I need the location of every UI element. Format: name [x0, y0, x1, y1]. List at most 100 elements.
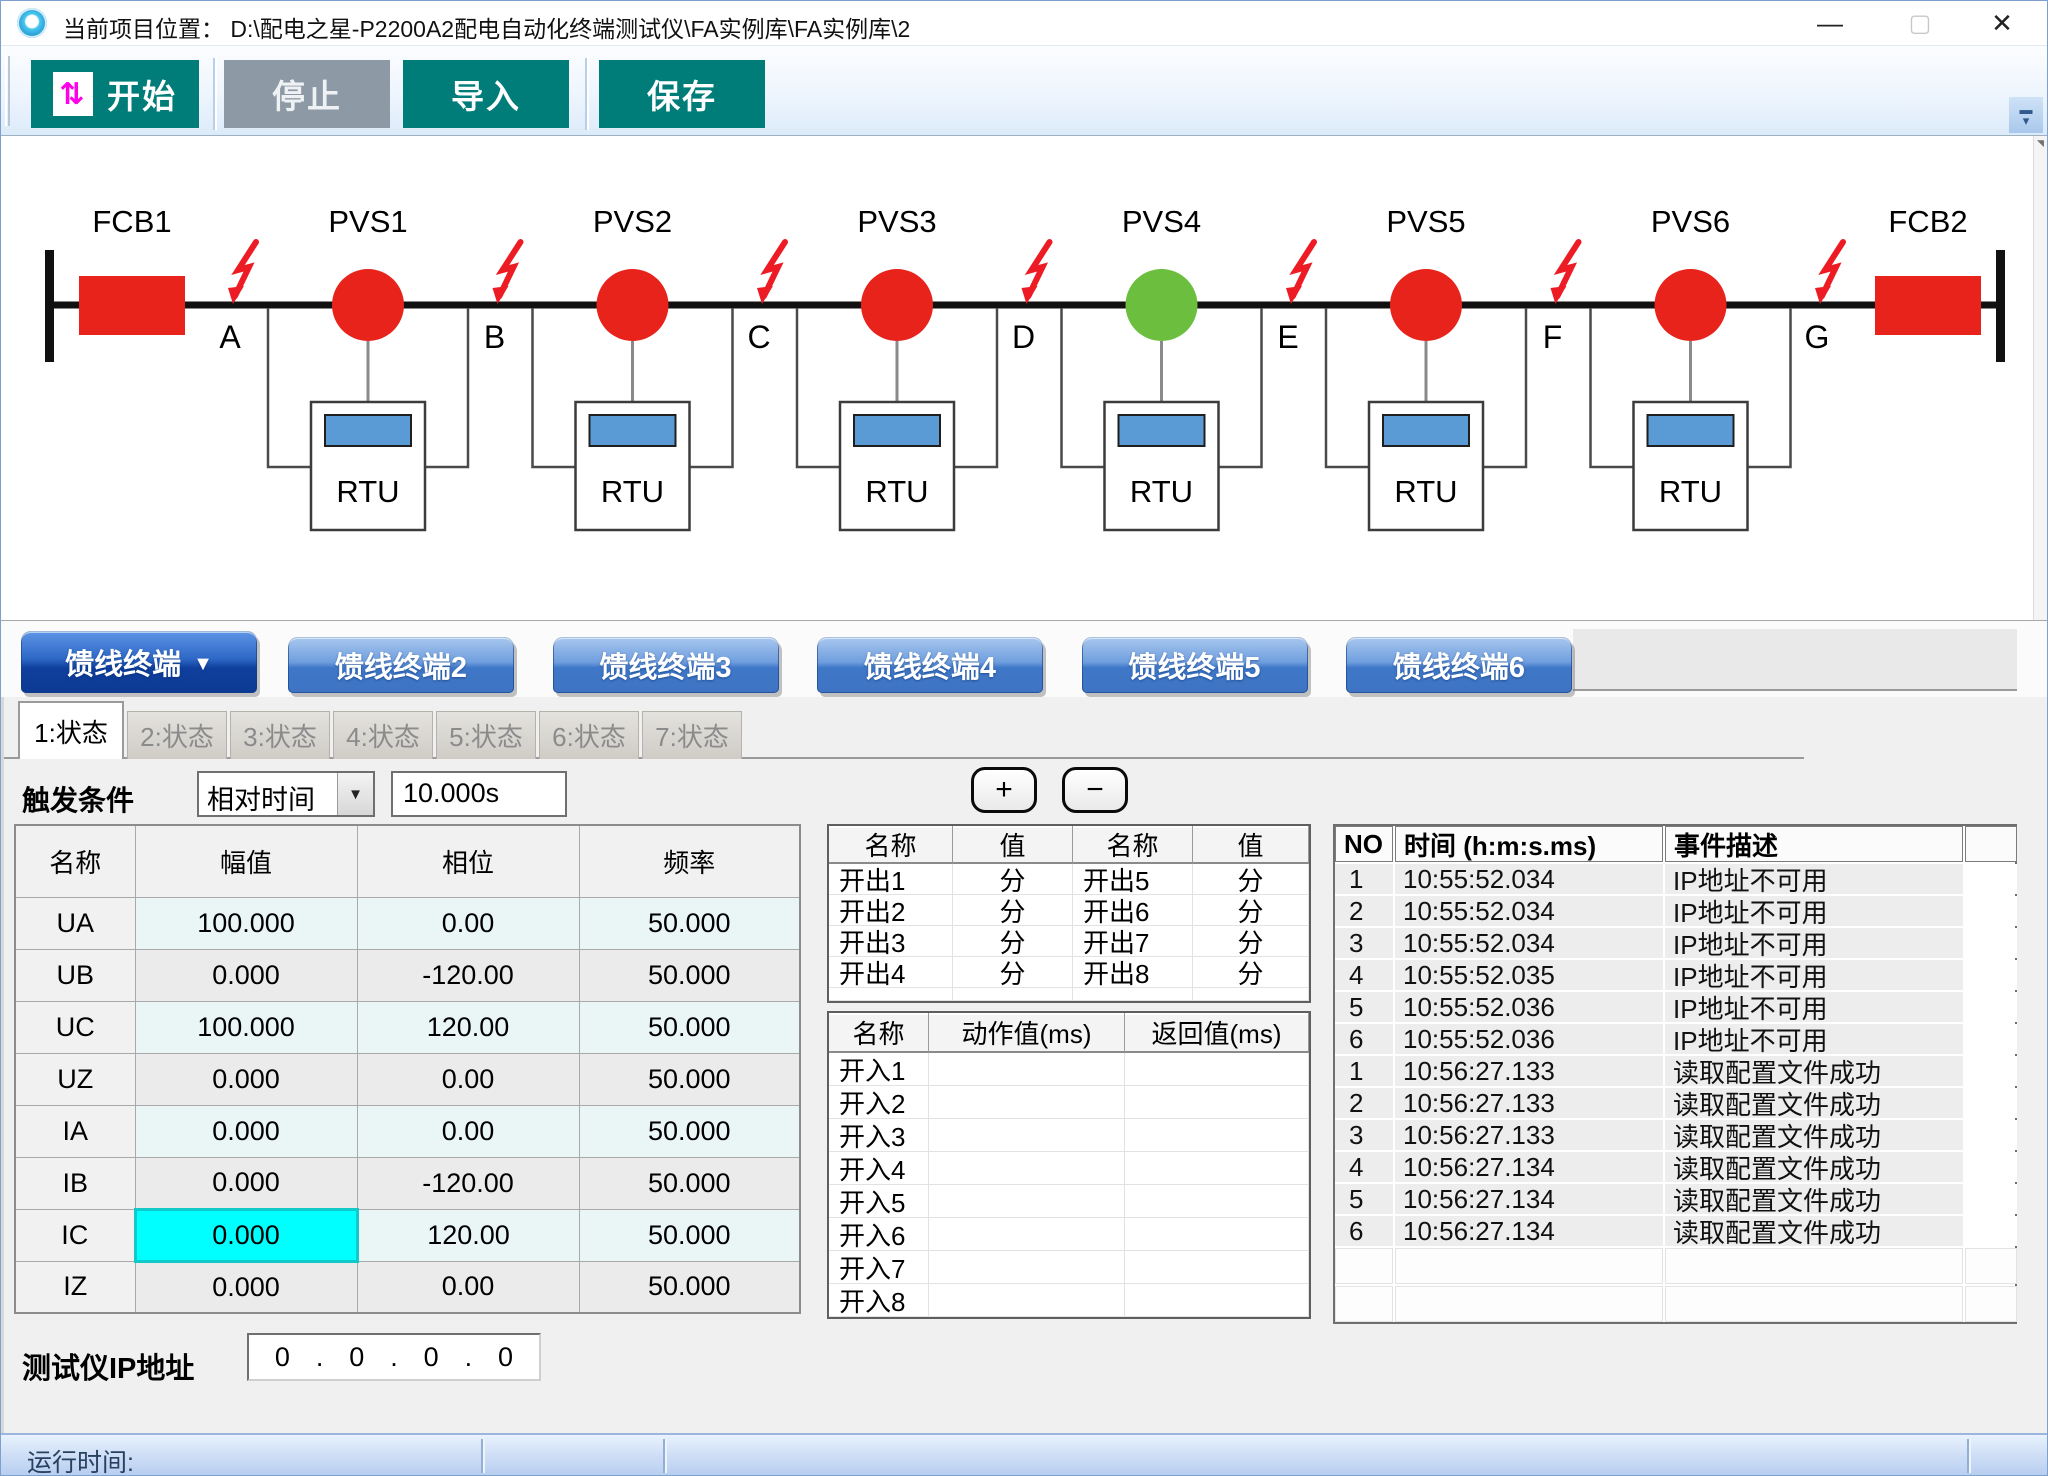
di-return-value-cell[interactable] [1125, 1152, 1309, 1185]
trigger-mode-select[interactable]: 相对时间 ▼ [197, 771, 375, 817]
value-cell[interactable]: 50.000 [579, 1261, 800, 1313]
ip-octet-1[interactable]: 0 [275, 1342, 290, 1373]
tab-status-6[interactable]: 6:状态 [539, 711, 639, 759]
di-action-value-cell[interactable] [929, 1053, 1125, 1086]
switch-label-pvs1: PVS1 [328, 204, 407, 239]
di-name-cell: 开入3 [829, 1119, 929, 1152]
di-action-value-cell[interactable] [929, 1119, 1125, 1152]
breaker-fcb1 [79, 276, 185, 335]
value-cell[interactable]: 50.000 [579, 897, 800, 949]
value-cell[interactable]: -120.00 [357, 1157, 579, 1209]
di-return-value-cell[interactable] [1125, 1119, 1309, 1152]
do-value-cell[interactable]: 分 [1193, 926, 1309, 957]
event-no-cell: 1 [1335, 864, 1393, 894]
ip-octet-4[interactable]: 0 [498, 1342, 513, 1373]
tab-label: 馈线终端3 [599, 644, 731, 686]
toolbar-button-4[interactable]: 保存 [599, 60, 765, 128]
tab-terminal-6[interactable]: 馈线终端6 [1346, 637, 1572, 693]
di-action-value-cell[interactable] [929, 1152, 1125, 1185]
value-cell[interactable]: 0.00 [357, 1261, 579, 1313]
ip-octet-2[interactable]: 0 [349, 1342, 364, 1373]
do-value-cell[interactable]: 分 [1193, 957, 1309, 988]
di-return-value-cell[interactable] [1125, 1251, 1309, 1284]
switch-label-pvs2: PVS2 [593, 204, 672, 239]
di-name-cell: 开入7 [829, 1251, 929, 1284]
tab-status-3[interactable]: 3:状态 [230, 711, 330, 759]
value-cell[interactable]: 0.000 [135, 1157, 357, 1209]
value-cell[interactable]: 50.000 [579, 1209, 800, 1261]
event-empty-cell [1335, 1286, 1393, 1322]
tab-terminal-3[interactable]: 馈线终端3 [553, 637, 779, 693]
do-value-cell[interactable]: 分 [1193, 895, 1309, 926]
value-cell[interactable]: 100.000 [135, 897, 357, 949]
di-return-value-cell[interactable] [1125, 1185, 1309, 1218]
tab-status-4[interactable]: 4:状态 [333, 711, 433, 759]
tab-status-2[interactable]: 2:状态 [127, 711, 227, 759]
toolbar-button-1[interactable]: ⇅开始 [31, 60, 199, 128]
value-cell[interactable]: 120.00 [357, 1209, 579, 1261]
tester-ip-input[interactable]: 0.0.0.0 [247, 1333, 541, 1381]
tab-status-7[interactable]: 7:状态 [642, 711, 742, 759]
statusbar-separator [481, 1439, 485, 1473]
value-cell[interactable]: 0.000 [135, 1209, 357, 1261]
toolbar-button-label: 开始 [107, 70, 177, 118]
tab-terminal-4[interactable]: 馈线终端4 [817, 637, 1043, 693]
toolbar-grip[interactable] [5, 56, 10, 126]
di-return-value-cell[interactable] [1125, 1053, 1309, 1086]
tab-terminal-5[interactable]: 馈线终端5 [1082, 637, 1308, 693]
value-cell[interactable]: 0.00 [357, 897, 579, 949]
combo-arrow-button[interactable]: ▼ [337, 773, 373, 815]
increment-button[interactable]: + [971, 767, 1037, 813]
scroll-up-icon: ◥ [2035, 138, 2046, 152]
tab-terminal-1[interactable]: 馈线终端▼ [21, 631, 257, 693]
do-value-cell[interactable]: 分 [1193, 864, 1309, 895]
di-action-value-cell[interactable] [929, 1218, 1125, 1251]
value-cell[interactable]: 50.000 [579, 1157, 800, 1209]
decrement-button[interactable]: − [1062, 767, 1128, 813]
do-value-cell[interactable]: 分 [953, 926, 1073, 957]
trigger-time-input[interactable]: 10.000s [391, 771, 567, 817]
tab-status-5[interactable]: 5:状态 [436, 711, 536, 759]
di-return-value-cell[interactable] [1125, 1086, 1309, 1119]
tab-status-1[interactable]: 1:状态 [18, 701, 124, 759]
switch-label-pvs5: PVS5 [1386, 204, 1465, 239]
event-extra-cell [1965, 1184, 2017, 1214]
close-button[interactable]: ✕ [1985, 7, 2019, 39]
do-value-cell[interactable]: 分 [953, 895, 1073, 926]
tab-terminal-2[interactable]: 馈线终端2 [288, 637, 514, 693]
do-row: 开出2分开出6分 [829, 895, 1309, 926]
minimize-button[interactable]: — [1813, 7, 1847, 39]
value-cell[interactable]: 0.00 [357, 1105, 579, 1157]
value-cell[interactable]: 50.000 [579, 1105, 800, 1157]
do-value-cell[interactable]: 分 [953, 864, 1073, 895]
di-action-value-cell[interactable] [929, 1185, 1125, 1218]
value-cell[interactable]: 0.000 [135, 949, 357, 1001]
do-value-cell[interactable]: 分 [953, 957, 1073, 988]
value-cell[interactable]: 50.000 [579, 1053, 800, 1105]
di-action-value-cell[interactable] [929, 1086, 1125, 1119]
event-extra-cell [1965, 864, 2017, 894]
value-cell[interactable]: 0.000 [135, 1053, 357, 1105]
maximize-button[interactable]: ▢ [1903, 7, 1937, 39]
toolbar-overflow-button[interactable]: ▬ ▾ [2009, 97, 2043, 133]
toolbar-button-3[interactable]: 导入 [403, 60, 569, 128]
value-cell[interactable]: 0.000 [135, 1105, 357, 1157]
di-action-value-cell[interactable] [929, 1251, 1125, 1284]
chevron-down-icon: ▾ [2023, 115, 2030, 126]
value-cell[interactable]: 50.000 [579, 1001, 800, 1053]
value-cell[interactable]: 0.000 [135, 1261, 357, 1313]
value-cell[interactable]: -120.00 [357, 949, 579, 1001]
value-cell[interactable]: 120.00 [357, 1001, 579, 1053]
toolbar-button-2[interactable]: 停止 [224, 60, 390, 128]
di-return-value-cell[interactable] [1125, 1284, 1309, 1317]
diagram-scrollbar[interactable]: ◥ [2033, 136, 2047, 620]
value-cell[interactable]: 0.00 [357, 1053, 579, 1105]
di-action-value-cell[interactable] [929, 1284, 1125, 1317]
do-row: 开出1分开出5分 [829, 864, 1309, 895]
di-return-value-cell[interactable] [1125, 1218, 1309, 1251]
ip-octet-3[interactable]: 0 [424, 1342, 439, 1373]
rtu-link-right [426, 308, 468, 467]
rtu-display [854, 415, 940, 446]
value-cell[interactable]: 100.000 [135, 1001, 357, 1053]
value-cell[interactable]: 50.000 [579, 949, 800, 1001]
